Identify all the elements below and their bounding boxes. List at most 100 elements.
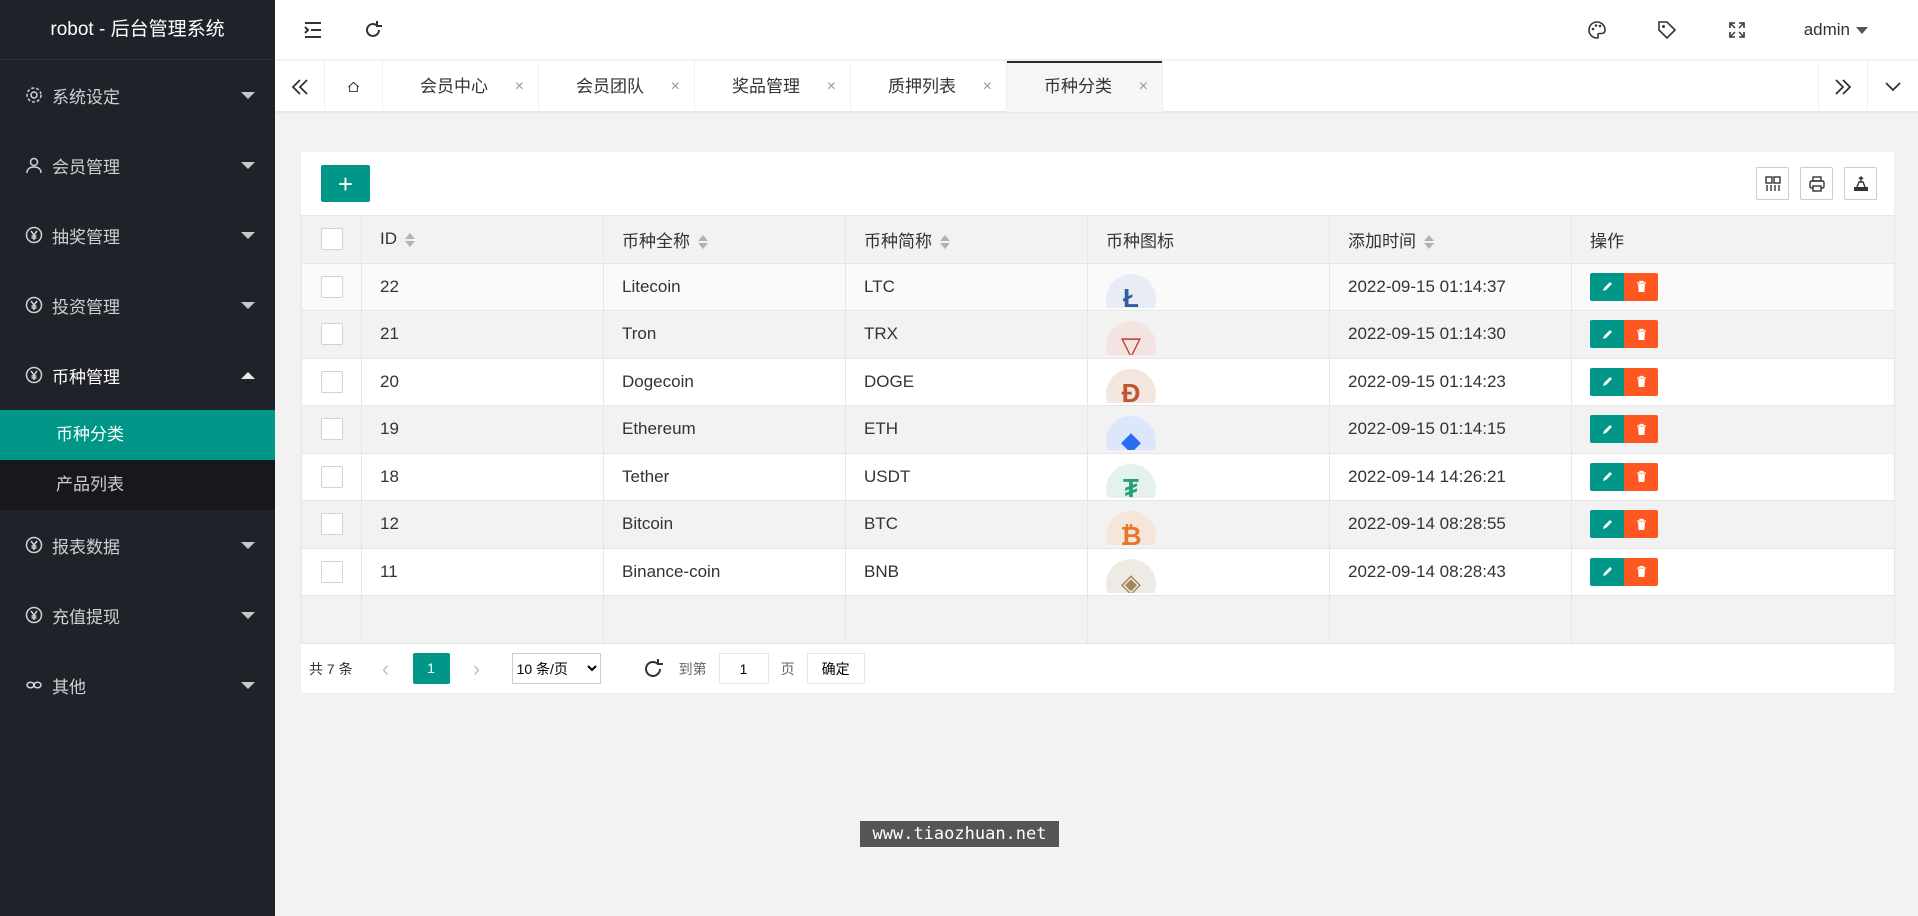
add-button[interactable]: + xyxy=(321,165,370,202)
goto-confirm-button[interactable]: 确定 xyxy=(806,653,865,684)
row-checkbox-cell xyxy=(301,405,362,454)
page-size-select[interactable]: 10 条/页 xyxy=(511,653,601,684)
tab-home[interactable] xyxy=(325,61,383,112)
tab-3[interactable]: 质押列表 × xyxy=(851,61,1007,112)
delete-button[interactable] xyxy=(1624,320,1658,349)
prev-page-icon[interactable]: ‹ xyxy=(371,656,401,682)
user-name: admin xyxy=(1803,20,1850,39)
table-body: 22 Litecoin LTC Ł 2022-09-15 01:14:37 21 Tron T… xyxy=(301,262,1895,644)
tab-1[interactable]: 会员团队 × xyxy=(539,61,695,112)
sidebar-item-4[interactable]: 币种管理 xyxy=(0,340,275,410)
print-icon xyxy=(1808,175,1825,192)
next-page-icon[interactable]: › xyxy=(462,656,492,682)
sidebar-item-2[interactable]: 抽奖管理 xyxy=(0,200,275,270)
tag-button[interactable] xyxy=(1637,0,1697,60)
sidebar-item-7[interactable]: 其他 xyxy=(0,650,275,720)
coin-glyph: ◆ xyxy=(1106,416,1156,451)
sidebar-subitem-0[interactable]: 币种分类 xyxy=(0,410,275,460)
sidebar-item-1[interactable]: 会员管理 xyxy=(0,130,275,200)
pencil-icon xyxy=(1602,424,1612,434)
cell-time: 2022-09-15 01:14:15 xyxy=(1329,405,1572,454)
fullscreen-icon xyxy=(1729,22,1745,38)
tab-4[interactable]: 币种分类 × xyxy=(1007,61,1163,112)
edit-button[interactable] xyxy=(1590,557,1624,586)
theme-button[interactable] xyxy=(1567,0,1627,60)
sidebar-item-label: 系统设定 xyxy=(52,87,120,107)
export-button[interactable] xyxy=(1844,167,1877,200)
close-icon[interactable]: × xyxy=(515,61,524,112)
fullscreen-button[interactable] xyxy=(1707,0,1767,60)
column-label: 币种简称 xyxy=(864,231,932,251)
row-checkbox[interactable] xyxy=(320,323,343,346)
tab-scroll-right[interactable] xyxy=(1818,61,1868,112)
refresh-button[interactable] xyxy=(343,0,403,60)
cell-symbol: USDT xyxy=(845,452,1088,501)
close-icon[interactable]: × xyxy=(1139,61,1148,112)
gear-icon xyxy=(24,85,44,105)
tab-scroll-left[interactable] xyxy=(275,61,325,112)
refresh-icon[interactable] xyxy=(641,657,665,681)
column-header-time[interactable]: 添加时间 xyxy=(1329,215,1572,264)
delete-button[interactable] xyxy=(1624,272,1658,301)
coin-icon: ₿ xyxy=(1106,511,1156,546)
sidebar-item-5[interactable]: 报表数据 xyxy=(0,510,275,580)
coin-glyph: ◈ xyxy=(1106,558,1156,593)
select-all-checkbox[interactable] xyxy=(320,228,343,251)
sort-icon[interactable] xyxy=(1424,234,1434,250)
goto-label: 到第 xyxy=(678,660,707,677)
sidebar-item-3[interactable]: 投资管理 xyxy=(0,270,275,340)
sort-icon[interactable] xyxy=(940,234,950,250)
sidebar-subitem-1[interactable]: 产品列表 xyxy=(0,460,275,510)
sort-icon[interactable] xyxy=(698,234,708,250)
column-label: 添加时间 xyxy=(1348,231,1416,251)
column-header-name[interactable]: 币种全称 xyxy=(603,215,846,264)
tab-menu-dropdown[interactable] xyxy=(1868,61,1918,112)
column-filter-button[interactable] xyxy=(1756,167,1789,200)
print-button[interactable] xyxy=(1800,167,1833,200)
edit-button[interactable] xyxy=(1590,462,1624,491)
column-header-id[interactable]: ID xyxy=(361,215,604,264)
row-checkbox[interactable] xyxy=(320,370,343,393)
delete-button[interactable] xyxy=(1624,510,1658,539)
edit-button[interactable] xyxy=(1590,415,1624,444)
sidebar-item-6[interactable]: 充值提现 xyxy=(0,580,275,650)
goto-page-input[interactable] xyxy=(718,653,769,684)
delete-button[interactable] xyxy=(1624,367,1658,396)
row-checkbox[interactable] xyxy=(320,513,343,536)
delete-button[interactable] xyxy=(1624,557,1658,586)
delete-button[interactable] xyxy=(1624,415,1658,444)
delete-button[interactable] xyxy=(1624,462,1658,491)
row-checkbox[interactable] xyxy=(320,275,343,298)
cell-symbol: ETH xyxy=(845,405,1088,454)
sort-icon[interactable] xyxy=(405,232,415,248)
cell-time: 2022-09-14 08:28:55 xyxy=(1329,500,1572,549)
cell-name: Ethereum xyxy=(603,405,846,454)
close-icon[interactable]: × xyxy=(827,61,836,112)
cell-name: Litecoin xyxy=(603,262,846,311)
edit-button[interactable] xyxy=(1590,320,1624,349)
tab-2[interactable]: 奖品管理 × xyxy=(695,61,851,112)
current-page[interactable]: 1 xyxy=(412,653,450,684)
tab-0[interactable]: 会员中心 × xyxy=(383,61,539,112)
row-checkbox[interactable] xyxy=(320,560,343,583)
collapse-menu-button[interactable] xyxy=(283,0,343,60)
edit-button[interactable] xyxy=(1590,510,1624,539)
total-count: 共 7 条 xyxy=(309,660,353,677)
column-header-actions: 操作 xyxy=(1571,215,1895,264)
close-icon[interactable]: × xyxy=(671,61,680,112)
row-checkbox[interactable] xyxy=(320,465,343,488)
trash-icon xyxy=(1636,328,1646,340)
tab-label: 币种分类 xyxy=(1044,77,1112,96)
cell-icon: ◈ xyxy=(1087,547,1330,596)
app-title: robot - 后台管理系统 xyxy=(0,0,275,60)
edit-button[interactable] xyxy=(1590,367,1624,396)
table-row: 21 Tron TRX ▽ 2022-09-15 01:14:30 xyxy=(301,310,1895,359)
user-menu[interactable]: admin xyxy=(1804,0,1868,60)
column-label: 操作 xyxy=(1590,231,1624,251)
edit-button[interactable] xyxy=(1590,272,1624,301)
close-icon[interactable]: × xyxy=(983,61,992,112)
row-checkbox[interactable] xyxy=(320,418,343,441)
column-header-symbol[interactable]: 币种简称 xyxy=(845,215,1088,264)
sidebar-item-0[interactable]: 系统设定 xyxy=(0,60,275,130)
cell-actions xyxy=(1571,405,1895,454)
